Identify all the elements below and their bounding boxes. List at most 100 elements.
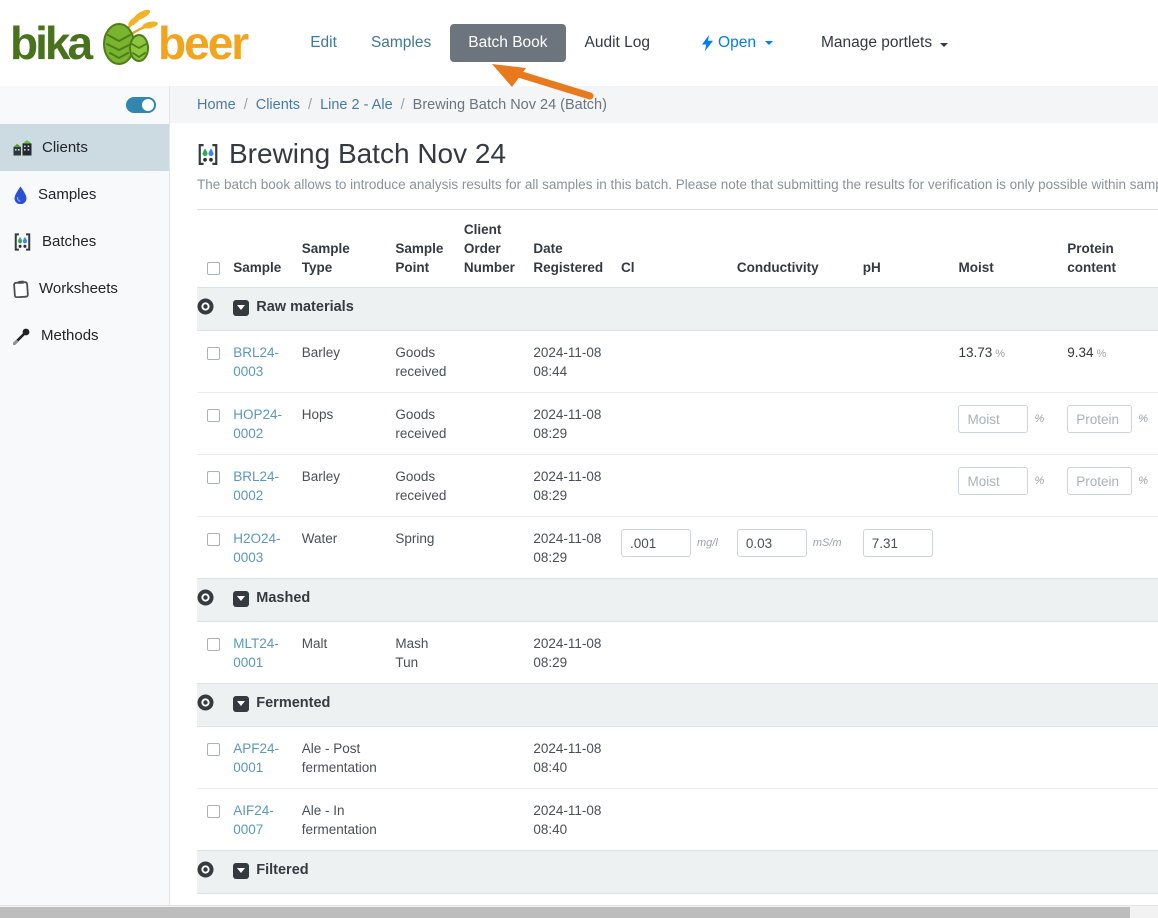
unit-label: % (1138, 410, 1148, 429)
collapse-all-icon[interactable] (197, 694, 214, 711)
protein-result-cell: 9.34% (1067, 331, 1158, 393)
drop-icon (13, 186, 28, 204)
sample-point-cell: Spring (395, 517, 463, 579)
sample-link[interactable]: BRL24-0002 (233, 469, 279, 503)
horizontal-scrollbar-thumb[interactable] (0, 907, 1130, 918)
clipboard-icon (13, 280, 29, 298)
category-label: Fermented (256, 694, 330, 713)
chevron-down-icon (940, 43, 948, 47)
manage-portlets-dropdown[interactable]: Manage portlets (806, 25, 963, 61)
sample-point-cell (395, 727, 463, 789)
category-row-filtered: Filtered (197, 851, 1158, 894)
category-collapse-icon[interactable] (233, 863, 249, 879)
date-registered-cell: 2024-11-08 08:29 (533, 393, 621, 455)
date-registered-cell: 2024-11-08 08:29 (533, 517, 621, 579)
sidebar-item-batches[interactable]: Batches (0, 218, 169, 265)
sample-type-cell: Water (302, 517, 396, 579)
open-dropdown[interactable]: Open (687, 25, 788, 61)
col-cl: Cl (621, 210, 737, 288)
sample-type-cell: Malt (302, 622, 396, 684)
breadcrumb-separator: / (401, 97, 405, 113)
open-dropdown-label: Open (718, 34, 756, 52)
client-order-cell (464, 331, 534, 393)
nav-samples[interactable]: Samples (356, 25, 446, 61)
col-protein-content: Protein content (1067, 210, 1158, 288)
nav-audit-log[interactable]: Audit Log (570, 25, 666, 61)
sample-type-cell: Hops (302, 393, 396, 455)
breadcrumb-line2-ale[interactable]: Line 2 - Ale (320, 97, 393, 113)
page-title: Brewing Batch Nov 24 (229, 138, 506, 170)
table-row: BRL24-0002 Barley Goods received 2024-11… (197, 455, 1158, 517)
sample-point-cell: Goods received (395, 393, 463, 455)
sample-link[interactable]: HOP24-0002 (233, 407, 282, 441)
sample-point-cell (395, 789, 463, 851)
select-all-checkbox[interactable] (207, 262, 220, 275)
sample-point-cell: Mash Tun (395, 622, 463, 684)
lightning-icon (702, 35, 713, 51)
category-collapse-icon[interactable] (233, 591, 249, 607)
table-header-row: Sample Sample Type Sample Point Client O… (197, 210, 1158, 288)
category-label: Raw materials (256, 298, 354, 317)
client-order-cell (464, 517, 534, 579)
sidebar-item-worksheets[interactable]: Worksheets (0, 265, 169, 312)
unit-label: % (1138, 472, 1148, 491)
category-collapse-icon[interactable] (233, 300, 249, 316)
row-checkbox[interactable] (207, 533, 220, 546)
protein-input[interactable] (1067, 405, 1132, 433)
row-checkbox[interactable] (207, 743, 220, 756)
conductivity-input[interactable] (737, 529, 807, 557)
col-conductivity: Conductivity (737, 210, 863, 288)
bika-beer-logo[interactable]: bika (10, 14, 247, 73)
category-row-fermented: Fermented (197, 684, 1158, 727)
ph-input[interactable] (863, 529, 933, 557)
row-checkbox[interactable] (207, 638, 220, 651)
row-checkbox[interactable] (207, 805, 220, 818)
sidebar-collapse-toggle[interactable] (126, 97, 156, 113)
category-collapse-icon[interactable] (233, 696, 249, 712)
sidebar-item-clients[interactable]: Clients (0, 124, 169, 171)
sidebar-item-methods[interactable]: Methods (0, 312, 169, 359)
nav-batch-book[interactable]: Batch Book (450, 24, 565, 62)
col-moist: Moist (958, 210, 1067, 288)
manage-portlets-label: Manage portlets (821, 34, 932, 51)
row-checkbox[interactable] (207, 347, 220, 360)
sidebar-item-label: Clients (42, 139, 88, 156)
category-label: Filtered (256, 861, 308, 880)
category-row-raw-materials: Raw materials (197, 288, 1158, 331)
unit-label: % (1034, 410, 1044, 429)
sidebar-item-samples[interactable]: Samples (0, 171, 169, 218)
collapse-all-icon[interactable] (197, 298, 214, 315)
moist-input[interactable] (958, 405, 1028, 433)
chevron-down-icon (765, 41, 773, 45)
hops-wheat-icon (92, 8, 158, 73)
sidebar-item-label: Worksheets (39, 280, 118, 297)
collapse-all-icon[interactable] (197, 861, 214, 878)
sample-point-cell: Goods received (395, 331, 463, 393)
sample-link[interactable]: BRL24-0003 (233, 345, 279, 379)
cl-input[interactable] (621, 529, 691, 557)
category-label: Mashed (256, 589, 310, 608)
row-checkbox[interactable] (207, 471, 220, 484)
moist-input[interactable] (958, 467, 1028, 495)
pipette-icon (13, 327, 31, 345)
main-nav: Edit Samples Batch Book Audit Log Open M… (295, 24, 963, 62)
logo-text-beer: beer (158, 20, 247, 66)
sample-link[interactable]: AIF24-0007 (233, 803, 274, 837)
table-row: HOP24-0002 Hops Goods received 2024-11-0… (197, 393, 1158, 455)
breadcrumb-separator: / (244, 97, 248, 113)
collapse-all-icon[interactable] (197, 589, 214, 606)
client-order-cell (464, 455, 534, 517)
date-registered-cell: 2024-11-08 08:40 (533, 789, 621, 851)
row-checkbox[interactable] (207, 409, 220, 422)
breadcrumb-home[interactable]: Home (197, 97, 236, 113)
client-order-cell (464, 393, 534, 455)
page-description: The batch book allows to introduce analy… (197, 177, 1158, 192)
category-row-mashed: Mashed (197, 579, 1158, 622)
breadcrumb-clients[interactable]: Clients (256, 97, 300, 113)
sample-link[interactable]: MLT24-0001 (233, 636, 279, 670)
sample-link[interactable]: APF24-0001 (233, 741, 279, 775)
nav-edit[interactable]: Edit (295, 25, 352, 61)
batches-icon (13, 233, 32, 251)
sample-link[interactable]: H2O24-0003 (233, 531, 280, 565)
protein-input[interactable] (1067, 467, 1132, 495)
